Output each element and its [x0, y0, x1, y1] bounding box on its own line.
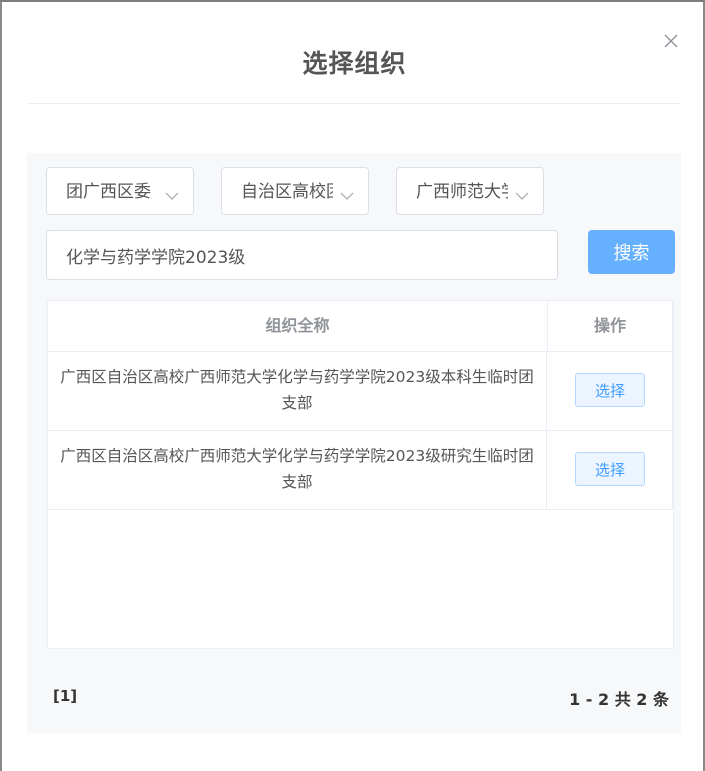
table-row: 广西区自治区高校广西师范大学化学与药学学院2023级本科生临时团支部 选择: [48, 352, 673, 431]
select-button[interactable]: 选择: [575, 452, 645, 486]
organization-name: 广西区自治区高校广西师范大学化学与药学学院2023级本科生临时团支部: [48, 352, 547, 430]
organization-table: 组织全称 操作 广西区自治区高校广西师范大学化学与药学学院2023级本科生临时团…: [47, 300, 674, 649]
close-icon[interactable]: [662, 32, 680, 50]
chevron-down-icon: [515, 186, 529, 200]
column-header-action: 操作: [548, 301, 673, 351]
school-select-value: 广西师范大学团委: [416, 182, 508, 202]
column-header-name: 组织全称: [48, 301, 548, 351]
chevron-down-icon: [340, 186, 354, 200]
chevron-down-icon: [165, 186, 179, 200]
organization-name: 广西区自治区高校广西师范大学化学与药学学院2023级研究生临时团支部: [48, 431, 547, 509]
search-button[interactable]: 搜索: [588, 230, 675, 274]
action-cell: 选择: [548, 352, 673, 430]
table-row: 广西区自治区高校广西师范大学化学与药学学院2023级研究生临时团支部 选择: [48, 431, 673, 510]
table-header: 组织全称 操作: [48, 301, 673, 352]
select-organization-dialog: 选择组织 团广西区委 自治区高校团委 广西师范大学团委 搜索: [2, 2, 703, 771]
action-cell: 选择: [548, 431, 673, 509]
dialog-title: 选择组织: [302, 49, 407, 78]
select-button[interactable]: 选择: [575, 373, 645, 407]
region-select[interactable]: 团广西区委: [46, 167, 194, 215]
title-divider: [28, 103, 680, 104]
search-input[interactable]: [46, 230, 558, 280]
category-select-value: 自治区高校团委: [241, 182, 333, 202]
region-select-value: 团广西区委: [66, 182, 151, 202]
pagination-summary: 1 - 2 共 2 条: [569, 690, 669, 709]
school-select[interactable]: 广西师范大学团委: [396, 167, 544, 215]
category-select[interactable]: 自治区高校团委: [221, 167, 369, 215]
search-panel: 团广西区委 自治区高校团委 广西师范大学团委 搜索 组织全称 操作: [27, 153, 681, 733]
page-number[interactable]: [1]: [53, 687, 77, 705]
